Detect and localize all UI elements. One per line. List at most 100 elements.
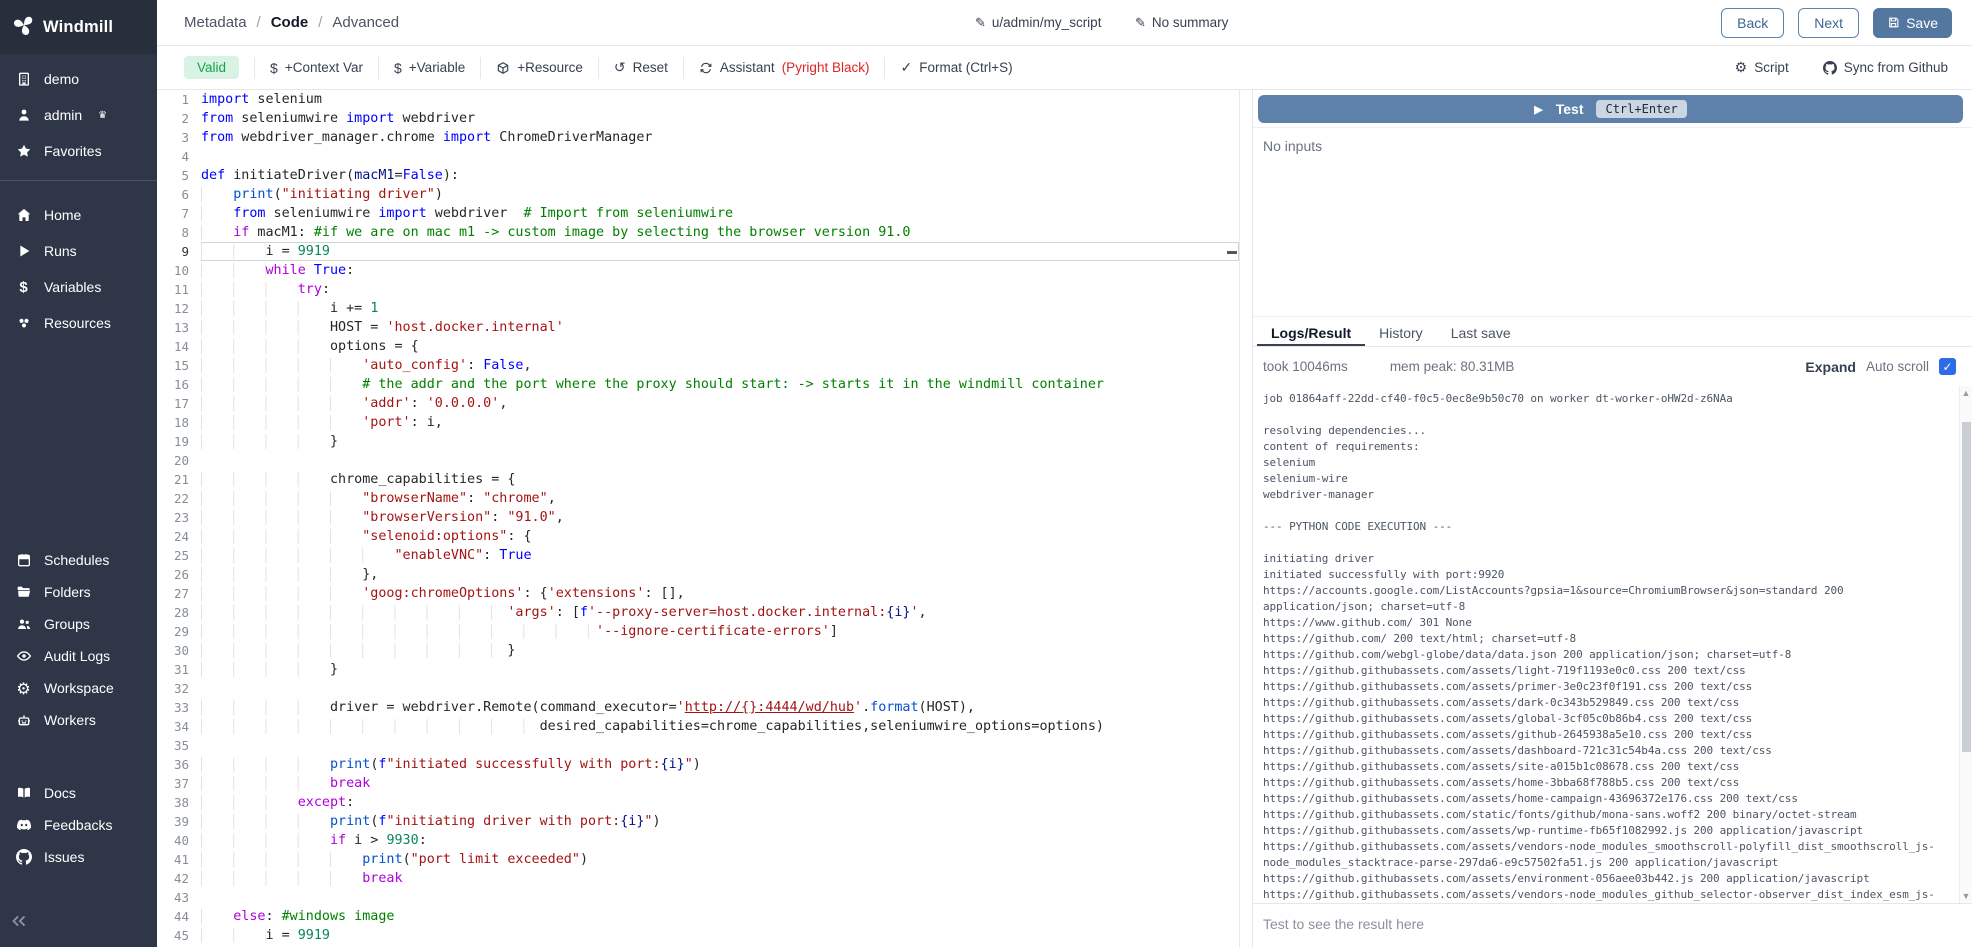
script-path[interactable]: ✎ u/admin/my_script bbox=[975, 15, 1101, 31]
sidebar-item-variables[interactable]: $ Variables bbox=[0, 269, 157, 305]
code-line[interactable]: 29 '--ignore-certificate-errors'] bbox=[157, 622, 1239, 641]
add-context-var-button[interactable]: $ +Context Var bbox=[270, 60, 363, 76]
assistant-mode-label: (Pyright Black) bbox=[782, 60, 870, 75]
code-line[interactable]: 25 "enableVNC": True bbox=[157, 546, 1239, 565]
code-line[interactable]: 18 'port': i, bbox=[157, 413, 1239, 432]
code-line[interactable]: 45 i = 9919 bbox=[157, 926, 1239, 945]
breadcrumb: Metadata / Code / Advanced bbox=[184, 14, 399, 31]
format-button[interactable]: ✓ Format (Ctrl+S) bbox=[900, 59, 1012, 76]
add-variable-button[interactable]: $ +Variable bbox=[394, 60, 465, 76]
sidebar-item-schedules[interactable]: Schedules bbox=[0, 544, 157, 576]
code-line[interactable]: 32 bbox=[157, 679, 1239, 698]
reset-button[interactable]: ↺ Reset bbox=[614, 59, 668, 76]
discord-icon bbox=[15, 817, 32, 834]
code-line[interactable]: 14 options = { bbox=[157, 337, 1239, 356]
code-line[interactable]: 26 }, bbox=[157, 565, 1239, 584]
assistant-button[interactable]: Assistant (Pyright Black) bbox=[699, 60, 870, 75]
code-line[interactable]: 15 'auto_config': False, bbox=[157, 356, 1239, 375]
code-line[interactable]: 6 print("initiating driver") bbox=[157, 185, 1239, 204]
sidebar-item-audit-logs[interactable]: Audit Logs bbox=[0, 640, 157, 672]
code-line[interactable]: 23 "browserVersion": "91.0", bbox=[157, 508, 1239, 527]
script-settings-button[interactable]: ⚙ Script bbox=[1735, 59, 1789, 76]
code-line[interactable]: 2from seleniumwire import webdriver bbox=[157, 109, 1239, 128]
autoscroll-checkbox[interactable]: ✓ bbox=[1939, 358, 1956, 375]
code-line[interactable]: 7 from seleniumwire import webdriver # I… bbox=[157, 204, 1239, 223]
code-line[interactable]: 13 HOST = 'host.docker.internal' bbox=[157, 318, 1239, 337]
code-line[interactable]: 11 try: bbox=[157, 280, 1239, 299]
expand-button[interactable]: Expand bbox=[1805, 359, 1856, 375]
sidebar-item-folders[interactable]: Folders bbox=[0, 576, 157, 608]
code-line[interactable]: 38 except: bbox=[157, 793, 1239, 812]
back-button[interactable]: Back bbox=[1721, 8, 1784, 38]
code-line[interactable]: 28 'args': [f'--proxy-server=host.docker… bbox=[157, 603, 1239, 622]
code-line[interactable]: 44 else: #windows image bbox=[157, 907, 1239, 926]
sidebar-item-resources[interactable]: Resources bbox=[0, 305, 157, 341]
code-line[interactable]: 33 driver = webdriver.Remote(command_exe… bbox=[157, 698, 1239, 717]
sync-from-github-button[interactable]: Sync from Github bbox=[1823, 60, 1948, 75]
sidebar-item-home[interactable]: Home bbox=[0, 197, 157, 233]
code-line[interactable]: 5def initiateDriver(macM1=False): bbox=[157, 166, 1239, 185]
brand[interactable]: Windmill bbox=[0, 0, 157, 54]
tab-logs-result[interactable]: Logs/Result bbox=[1257, 317, 1365, 346]
collapse-sidebar-button[interactable] bbox=[8, 910, 30, 937]
sidebar-item-favorites[interactable]: Favorites bbox=[0, 133, 157, 169]
code-line[interactable]: 16 # the addr and the port where the pro… bbox=[157, 375, 1239, 394]
sidebar-item-docs[interactable]: Docs bbox=[0, 777, 157, 809]
test-button[interactable]: ▶ Test Ctrl+Enter bbox=[1258, 95, 1963, 123]
sidebar-item-groups[interactable]: Groups bbox=[0, 608, 157, 640]
log-line: initiated successfully with port:9920 bbox=[1263, 567, 1952, 583]
code-line[interactable]: 34 desired_capabilities=chrome_capabilit… bbox=[157, 717, 1239, 736]
tab-metadata[interactable]: Metadata bbox=[184, 14, 247, 31]
code-line[interactable]: 17 'addr': '0.0.0.0', bbox=[157, 394, 1239, 413]
user-label: admin bbox=[44, 107, 82, 123]
code-line[interactable]: 10 while True: bbox=[157, 261, 1239, 280]
code-line[interactable]: 43 bbox=[157, 888, 1239, 907]
next-button[interactable]: Next bbox=[1798, 8, 1859, 38]
code-editor[interactable]: 1import selenium2from seleniumwire impor… bbox=[157, 90, 1240, 947]
code-line[interactable]: 36 print(f"initiated successfully with p… bbox=[157, 755, 1239, 774]
logs-output[interactable]: job 01864aff-22dd-cf40-f0c5-0ec8e9b50c70… bbox=[1253, 386, 1972, 903]
logs-scrollbar[interactable]: ▲ ▼ bbox=[1959, 386, 1972, 903]
code-line[interactable]: 19 } bbox=[157, 432, 1239, 451]
code-line[interactable]: 42 break bbox=[157, 869, 1239, 888]
code-line[interactable]: 37 break bbox=[157, 774, 1239, 793]
scroll-down-arrow[interactable]: ▼ bbox=[1960, 889, 1972, 903]
code-line[interactable]: 27 'goog:chromeOptions': {'extensions': … bbox=[157, 584, 1239, 603]
code-line[interactable]: 22 "browserName": "chrome", bbox=[157, 489, 1239, 508]
tab-last-save[interactable]: Last save bbox=[1437, 317, 1525, 346]
scrollbar-thumb[interactable] bbox=[1962, 422, 1971, 752]
sidebar-item-workspace-settings[interactable]: ⚙ Workspace bbox=[0, 672, 157, 704]
code-line[interactable]: 4 bbox=[157, 147, 1239, 166]
script-summary[interactable]: ✎ No summary bbox=[1135, 15, 1228, 31]
sidebar-item-issues[interactable]: Issues bbox=[0, 841, 157, 873]
code-line[interactable]: 31 } bbox=[157, 660, 1239, 679]
log-line: resolving dependencies... bbox=[1263, 423, 1952, 439]
code-line[interactable]: 39 print(f"initiating driver with port:{… bbox=[157, 812, 1239, 831]
sidebar-item-feedbacks[interactable]: Feedbacks bbox=[0, 809, 157, 841]
code-line[interactable]: 24 "selenoid:options": { bbox=[157, 527, 1239, 546]
code-line[interactable]: 9 i = 9919 bbox=[157, 242, 1239, 261]
code-line[interactable]: 41 print("port limit exceeded") bbox=[157, 850, 1239, 869]
code-line[interactable]: 35 bbox=[157, 736, 1239, 755]
code-line[interactable]: 3from webdriver_manager.chrome import Ch… bbox=[157, 128, 1239, 147]
code-line[interactable]: 12 i += 1 bbox=[157, 299, 1239, 318]
save-button[interactable]: Save bbox=[1873, 8, 1952, 38]
tab-code[interactable]: Code bbox=[271, 14, 309, 31]
code-line[interactable]: 40 if i > 9930: bbox=[157, 831, 1239, 850]
tab-advanced[interactable]: Advanced bbox=[332, 14, 399, 31]
code-line[interactable]: 21 chrome_capabilities = { bbox=[157, 470, 1239, 489]
sidebar-item-workers[interactable]: Workers bbox=[0, 704, 157, 736]
sidebar-item-workspace-demo[interactable]: demo bbox=[0, 61, 157, 97]
scroll-up-arrow[interactable]: ▲ bbox=[1960, 386, 1972, 400]
code-line[interactable]: 1import selenium bbox=[157, 90, 1239, 109]
code-line[interactable]: 8 if macM1: #if we are on mac m1 -> cust… bbox=[157, 223, 1239, 242]
play-icon: ▶ bbox=[1534, 103, 1542, 116]
sidebar-item-runs[interactable]: Runs bbox=[0, 233, 157, 269]
sidebar-item-user-admin[interactable]: admin ♛ bbox=[0, 97, 157, 133]
code-line[interactable]: 30 } bbox=[157, 641, 1239, 660]
tab-history[interactable]: History bbox=[1365, 317, 1437, 346]
add-resource-button[interactable]: +Resource bbox=[496, 60, 583, 75]
script-summary-label: No summary bbox=[1152, 15, 1229, 30]
panel-resize-handle[interactable] bbox=[1240, 90, 1253, 947]
code-line[interactable]: 20 bbox=[157, 451, 1239, 470]
